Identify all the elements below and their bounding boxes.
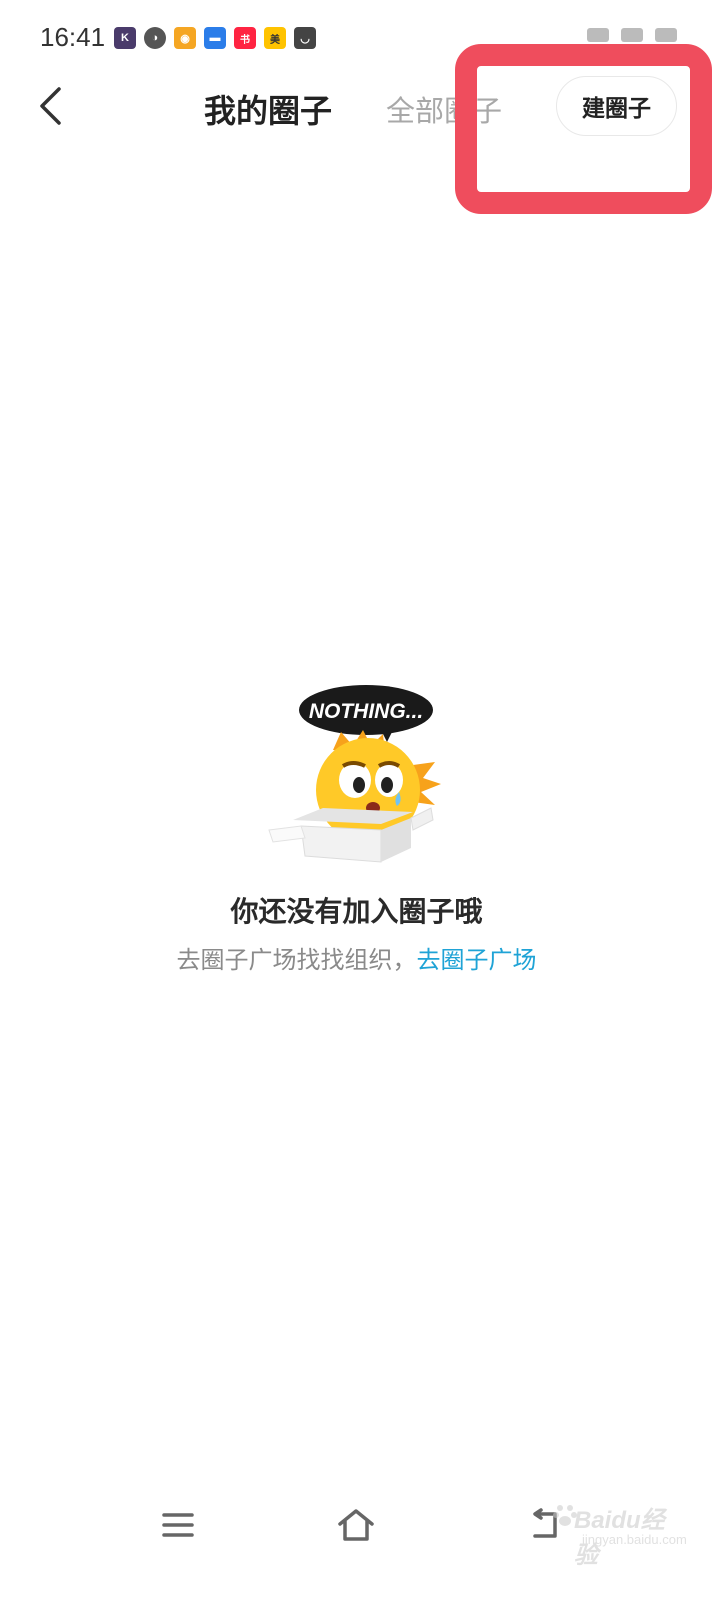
home-button[interactable] [331, 1500, 381, 1550]
weibo-icon: ◉ [174, 27, 196, 49]
tab-my-circles[interactable]: 我的圈子 [204, 86, 332, 132]
notification-icons: K ◑ ◉ ▬ 书 美 ◡ [114, 27, 316, 49]
k-app-icon: K [114, 27, 136, 49]
nothing-bubble: NOTHING... [299, 685, 433, 742]
circle-plaza-link[interactable]: 去圈子广场 [417, 946, 537, 974]
signal-icon [621, 28, 643, 42]
meituan-icon: 美 [264, 27, 286, 49]
empty-state-hint: 去圈子广场找找组织， [176, 946, 417, 974]
system-icons [587, 28, 677, 42]
menu-button[interactable] [153, 1500, 203, 1550]
compass-app-icon: ◑ [144, 27, 166, 49]
bag-app-icon: ◡ [294, 27, 316, 49]
empty-state-title: 你还没有加入圈子哦 [230, 895, 483, 928]
back-button[interactable] [30, 84, 70, 128]
xiaohongshu-icon: 书 [234, 27, 256, 49]
top-navigation: 我的圈子 全部圈子 建圈子 [0, 70, 727, 142]
chevron-left-icon [40, 87, 61, 125]
empty-state-illustration: NOTHING... [268, 685, 441, 863]
battery-icon [655, 28, 677, 42]
menu-icon [162, 1513, 194, 1537]
bubble-text: NOTHING... [309, 700, 423, 723]
baidu-watermark: Baidu经验 jingyan.baidu.com [552, 1492, 687, 1569]
create-circle-button[interactable]: 建圈子 [556, 76, 677, 136]
home-icon [338, 1509, 374, 1541]
empty-state-subtitle: 去圈子广场找找组织，去圈子广场 [0, 940, 713, 975]
watermark-url: jingyan.baidu.com [582, 1532, 687, 1547]
tab-all-circles[interactable]: 全部圈子 [386, 88, 502, 130]
wifi-icon [587, 28, 609, 42]
status-bar: 16:41 K ◑ ◉ ▬ 书 美 ◡ [0, 0, 727, 78]
status-time: 16:41 [40, 22, 106, 52]
car-app-icon: ▬ [204, 27, 226, 49]
